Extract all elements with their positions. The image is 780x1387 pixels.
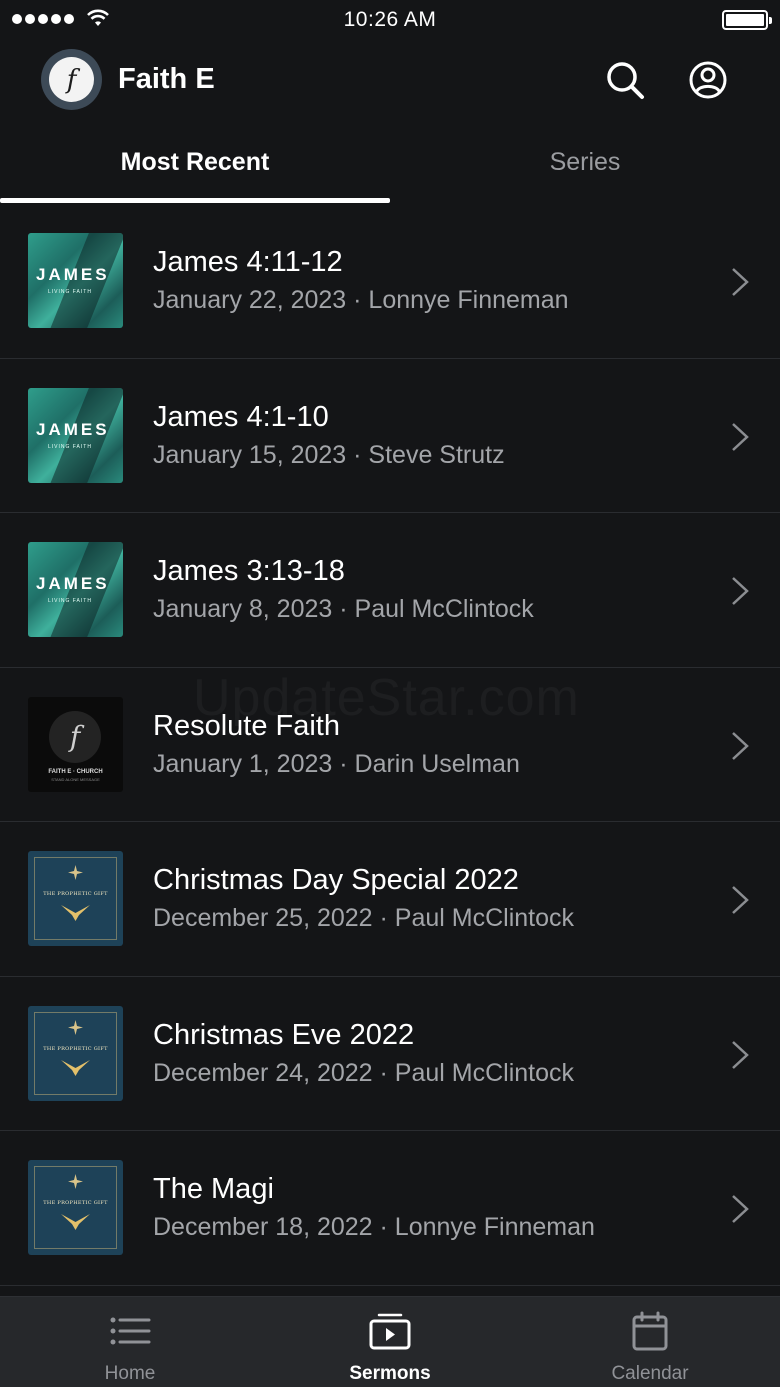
sermon-row[interactable]: JAMES LIVING FAITH James 3:13-18 January … (0, 513, 780, 668)
calendar-icon (632, 1311, 668, 1351)
status-bar: 10:26 AM (0, 0, 780, 40)
tab-series[interactable]: Series (390, 120, 780, 204)
sermon-thumbnail: THE PROPHETIC GIFT (28, 1005, 123, 1101)
tab-most-recent[interactable]: Most Recent (0, 120, 390, 204)
sermon-thumbnail: JAMES LIVING FAITH (28, 542, 123, 637)
nav-home[interactable]: Home (0, 1297, 260, 1387)
search-icon[interactable] (604, 59, 646, 101)
sermon-title: The Magi (153, 1173, 274, 1205)
sermon-thumbnail: f FAITH E · CHURCH STAND ALONE MESSAGE (28, 696, 123, 792)
chevron-right-icon (732, 1040, 749, 1069)
bottom-tab-bar: Home Sermons Calendar (0, 1296, 780, 1387)
church-logo[interactable]: f (41, 49, 102, 110)
sermon-thumbnail: THE PROPHETIC GIFT (28, 851, 123, 946)
active-tab-indicator (0, 198, 390, 203)
tab-bar: Most Recent Series (0, 120, 780, 204)
nav-calendar[interactable]: Calendar (520, 1297, 780, 1387)
list-icon (110, 1317, 151, 1345)
sermon-subtitle: January 1, 2023 · Darin Uselman (153, 749, 520, 778)
status-time: 10:26 AM (343, 8, 437, 31)
sermon-subtitle: January 8, 2023 · Paul McClintock (153, 595, 534, 623)
sermon-title: Christmas Day Special 2022 (153, 864, 519, 896)
sermon-row[interactable]: THE PROPHETIC GIFT Christmas Day Special… (0, 822, 780, 977)
logo-letter: f (49, 57, 94, 102)
chevron-right-icon (732, 422, 749, 451)
sermons-icon (369, 1313, 411, 1350)
sermon-row[interactable]: JAMES LIVING FAITH James 4:1-10 January 1… (0, 359, 780, 513)
sermon-subtitle: December 24, 2022 · Paul McClintock (153, 1058, 575, 1087)
battery-icon (722, 10, 772, 30)
account-icon[interactable] (687, 59, 729, 101)
sermon-row[interactable]: JAMES LIVING FAITH James 4:11-12 January … (0, 204, 780, 359)
sermon-row[interactable]: THE PROPHETIC GIFT The Magi December 18,… (0, 1131, 780, 1286)
sermon-subtitle: December 18, 2022 · Lonnye Finneman (153, 1213, 595, 1241)
sermon-thumbnail: THE PROPHETIC GIFT (28, 1160, 123, 1255)
chevron-right-icon (732, 268, 749, 296)
sermon-list: JAMES LIVING FAITH James 4:11-12 January … (0, 204, 780, 1286)
sermon-title: James 3:13-18 (153, 555, 345, 587)
sermon-row[interactable]: THE PROPHETIC GIFT Christmas Eve 2022 De… (0, 977, 780, 1131)
chevron-right-icon (732, 577, 749, 605)
chevron-right-icon (732, 731, 749, 760)
watermark: UpdateStar.com (193, 668, 580, 728)
sermon-subtitle: January 22, 2023 · Lonnye Finneman (153, 286, 569, 314)
nav-sermons-label: Sermons (349, 1363, 431, 1384)
sermon-subtitle: January 15, 2023 · Steve Strutz (153, 440, 505, 469)
nav-calendar-label: Calendar (611, 1363, 689, 1384)
sermon-thumbnail: JAMES LIVING FAITH (28, 233, 123, 328)
app-title: Faith E (118, 63, 215, 95)
chevron-right-icon (732, 1195, 749, 1223)
chevron-right-icon (732, 886, 749, 914)
sermon-thumbnail: JAMES LIVING FAITH (28, 387, 123, 483)
sermon-title: James 4:1-10 (153, 400, 329, 433)
app-header: f Faith E (0, 40, 780, 120)
sermon-subtitle: December 25, 2022 · Paul McClintock (153, 904, 575, 932)
nav-sermons[interactable]: Sermons (260, 1297, 520, 1387)
sermon-title: James 4:11-12 (153, 246, 343, 278)
nav-home-label: Home (104, 1363, 156, 1384)
sermon-title: Christmas Eve 2022 (153, 1018, 415, 1051)
